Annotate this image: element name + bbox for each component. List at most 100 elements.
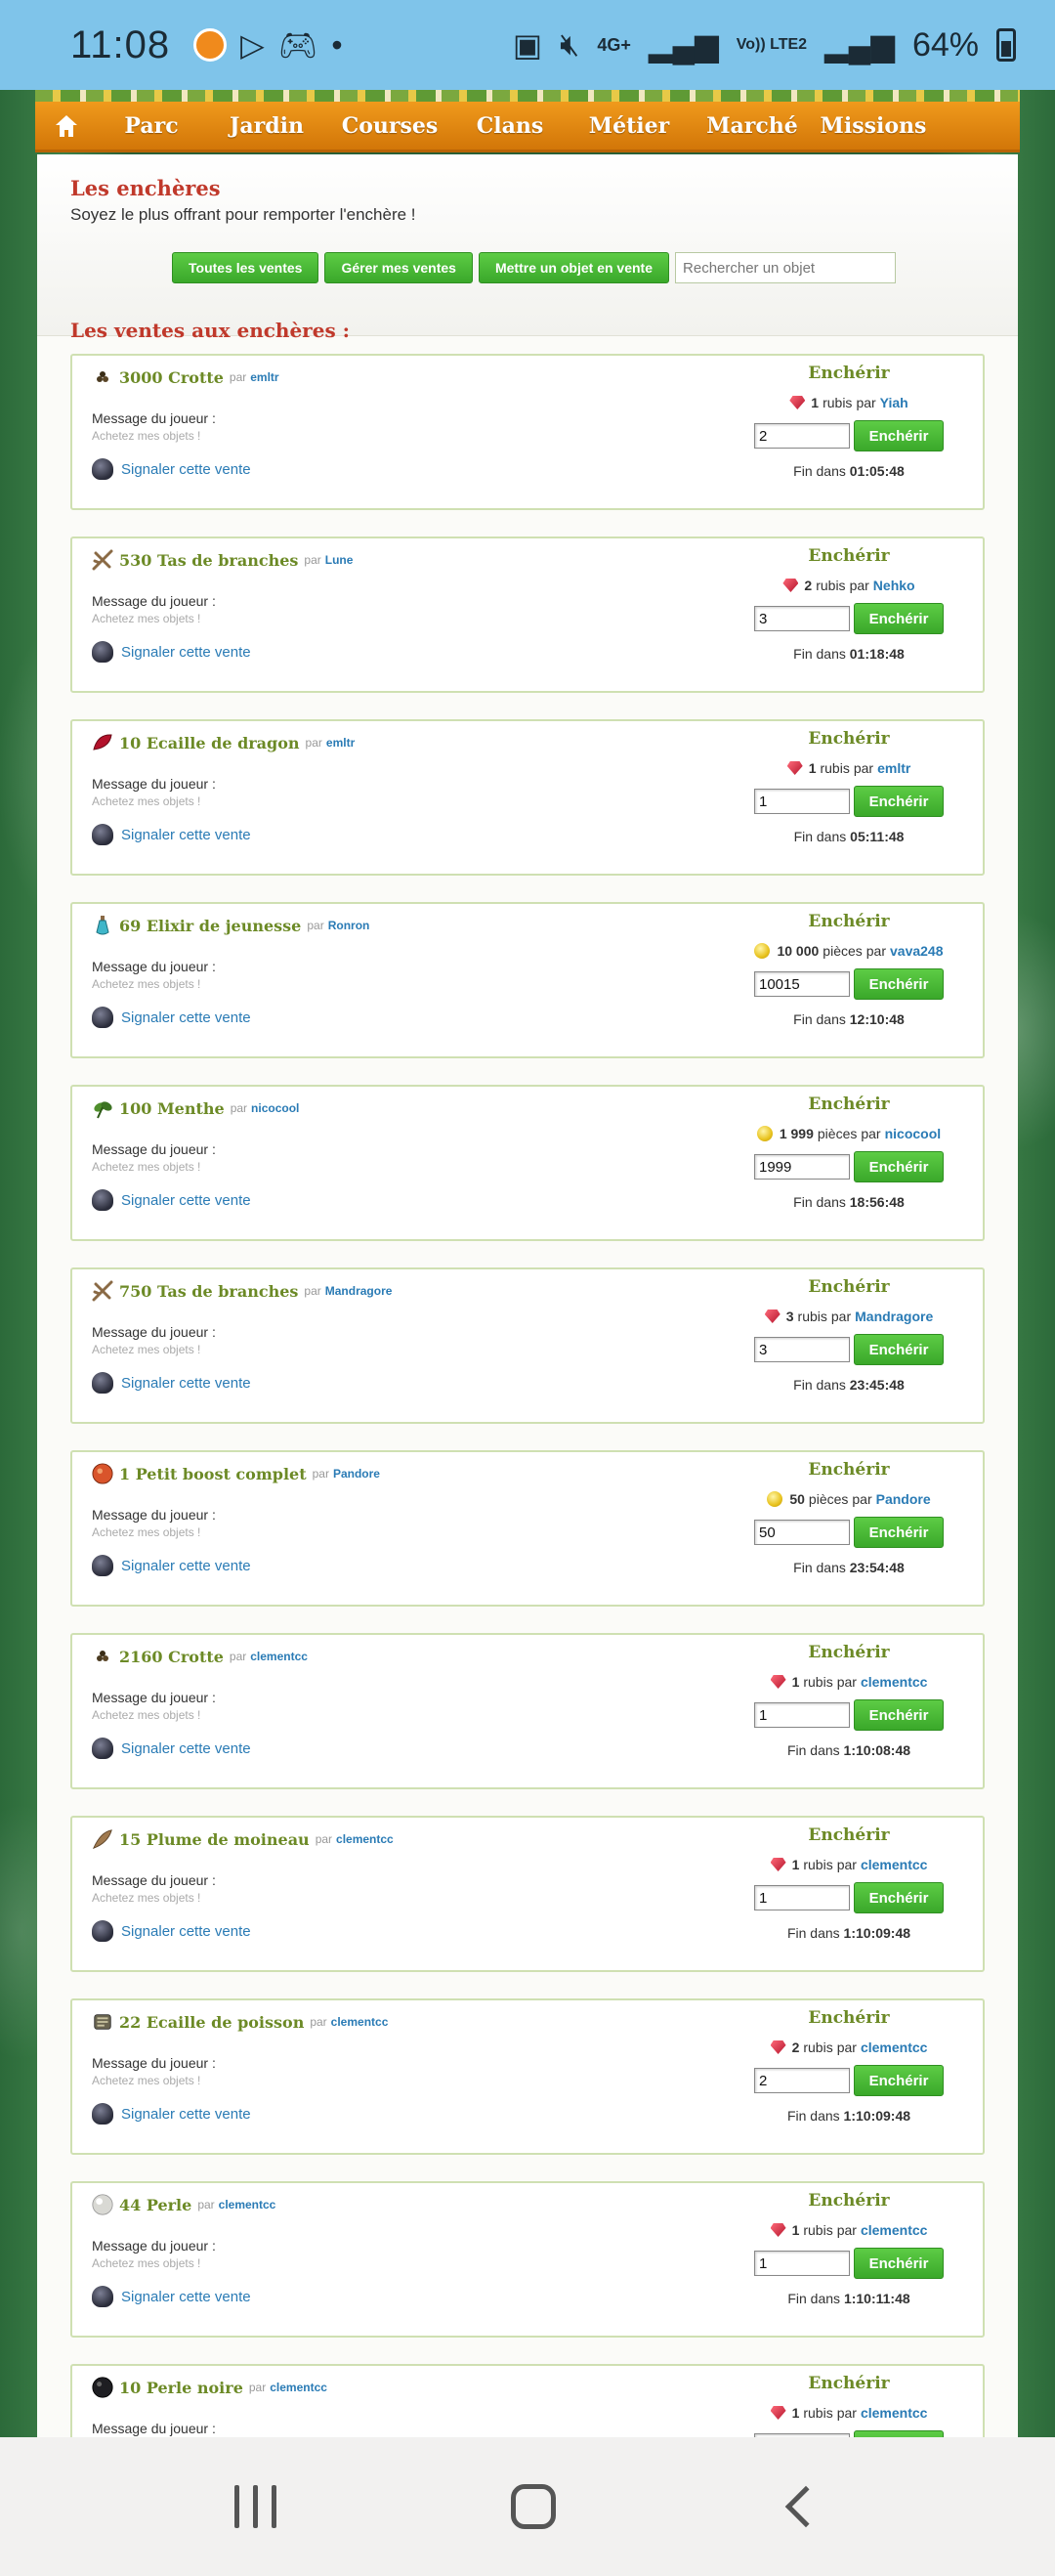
report-sale[interactable]: Signaler cette vente [92,2286,737,2307]
seller-link[interactable]: Pandore [333,1467,380,1481]
recent-apps-button[interactable] [234,2485,277,2528]
bid-amount-input[interactable]: 3 [754,1337,850,1362]
manage-sales-button[interactable]: Gérer mes ventes [324,252,473,283]
home-button[interactable] [35,101,98,151]
bid-amount-input[interactable]: 2 [754,2068,850,2093]
report-sale[interactable]: Signaler cette vente [92,824,737,845]
bid-button[interactable]: Enchérir [854,786,944,817]
bidder-link[interactable]: Pandore [876,1491,931,1507]
time-remaining: Fin dans 01:18:48 [737,646,961,662]
bid-amount-input[interactable]: 1 [754,2251,850,2276]
seller-link[interactable]: emltr [326,736,355,750]
nav-marche[interactable]: Marché [690,113,815,139]
seller-link[interactable]: Lune [325,553,354,567]
bid-button[interactable]: Enchérir [854,2430,944,2437]
bid-amount-input[interactable]: 2 [754,423,850,449]
bid-amount-input[interactable]: 1999 [754,1154,850,1180]
report-sale[interactable]: Signaler cette vente [92,1189,737,1211]
report-sale[interactable]: Signaler cette vente [92,2103,737,2125]
current-amount: 1 999 [779,1126,814,1141]
by-label: par [304,553,321,567]
report-link[interactable]: Signaler cette vente [121,644,251,661]
all-sales-button[interactable]: Toutes les ventes [172,252,319,283]
bid-button[interactable]: Enchérir [854,1151,944,1182]
report-sale[interactable]: Signaler cette vente [92,1738,737,1759]
bidder-link[interactable]: clementcc [861,1674,927,1690]
report-link[interactable]: Signaler cette vente [121,827,251,843]
report-sale[interactable]: Signaler cette vente [92,641,737,663]
report-sale[interactable]: Signaler cette vente [92,1007,737,1028]
report-sale[interactable]: Signaler cette vente [92,1372,737,1394]
seller-link[interactable]: nicocool [251,1101,299,1115]
current-amount: 1 [791,1674,800,1690]
bidder-link[interactable]: vava248 [890,943,944,959]
seller-link[interactable]: emltr [250,370,278,384]
bidder-link[interactable]: nicocool [885,1126,942,1141]
page-title: Les enchères [70,176,221,200]
bidder-link[interactable]: clementcc [861,2405,927,2421]
seller-link[interactable]: clementcc [331,2015,389,2029]
bid-amount-input[interactable]: 1 [754,1702,850,1728]
home-nav-button[interactable] [511,2484,557,2529]
nav-missions[interactable]: Missions [815,113,932,139]
bid-button[interactable]: Enchérir [854,1882,944,1913]
item-name: 69 Elixir de jeunesse [119,916,302,935]
search-input[interactable]: Rechercher un objet [675,252,897,283]
report-link[interactable]: Signaler cette vente [121,1740,251,1757]
nav-clans[interactable]: Clans [451,113,569,139]
bidder-link[interactable]: clementcc [861,2039,927,2055]
ends-label: Fin dans [793,1194,846,1210]
seller-link[interactable]: Mandragore [325,1284,393,1298]
bidder-link[interactable]: Mandragore [855,1309,933,1324]
seller-link[interactable]: clementcc [270,2381,327,2394]
current-bid: 1 rubis par Yiah [737,395,961,410]
report-link[interactable]: Signaler cette vente [121,2289,251,2305]
seller-link[interactable]: clementcc [250,1650,308,1663]
report-link[interactable]: Signaler cette vente [121,1923,251,1940]
nav-parc[interactable]: Parc [98,113,205,139]
bid-amount-input[interactable]: 1 [754,1885,850,1911]
bid-button[interactable]: Enchérir [854,1517,944,1548]
report-link[interactable]: Signaler cette vente [121,2106,251,2123]
report-link[interactable]: Signaler cette vente [121,1009,251,1026]
report-sale[interactable]: Signaler cette vente [92,1920,737,1942]
back-button[interactable] [784,2485,827,2528]
bid-button[interactable]: Enchérir [854,2065,944,2096]
report-sale[interactable]: Signaler cette vente [92,1555,737,1576]
item-name: 10 Perle noire [119,2378,243,2397]
bidder-link[interactable]: clementcc [861,1857,927,1872]
report-sale[interactable]: Signaler cette vente [92,458,737,480]
seller-link[interactable]: Ronron [328,919,370,932]
sell-item-button[interactable]: Mettre un objet en vente [478,252,670,283]
bidder-link[interactable]: emltr [877,760,910,776]
bid-button[interactable]: Enchérir [854,420,944,451]
bid-title: Enchérir [808,1460,890,1480]
nav-jardin[interactable]: Jardin [205,113,328,139]
bidder-link[interactable]: clementcc [861,2222,927,2238]
bid-amount-input[interactable]: 50 [754,1520,850,1545]
nav-metier[interactable]: Métier [569,113,690,139]
by-label: par [304,1284,321,1298]
ends-value: 01:18:48 [849,646,905,662]
bid-amount-input[interactable]: 3 [754,606,850,631]
report-link[interactable]: Signaler cette vente [121,1192,251,1209]
report-link[interactable]: Signaler cette vente [121,1558,251,1574]
bid-button[interactable]: Enchérir [854,1334,944,1365]
bidder-link[interactable]: Yiah [880,395,908,410]
bid-button[interactable]: Enchérir [854,603,944,634]
bid-button[interactable]: Enchérir [854,2248,944,2279]
bid-button[interactable]: Enchérir [854,968,944,1000]
bid-amount-input[interactable]: 10015 [754,971,850,997]
bid-button[interactable]: Enchérir [854,1699,944,1731]
report-link[interactable]: Signaler cette vente [121,461,251,478]
seller-link[interactable]: clementcc [219,2198,276,2211]
time-remaining: Fin dans 12:10:48 [737,1011,961,1027]
nav-courses[interactable]: Courses [328,113,451,139]
bid-amount-input[interactable]: 1 [754,789,850,814]
current-amount: 2 [804,578,813,593]
current-amount: 50 [789,1491,805,1507]
bidder-link[interactable]: Nehko [873,578,915,593]
seller-link[interactable]: clementcc [336,1832,394,1846]
ends-value: 1:10:08:48 [843,1742,911,1758]
report-link[interactable]: Signaler cette vente [121,1375,251,1392]
